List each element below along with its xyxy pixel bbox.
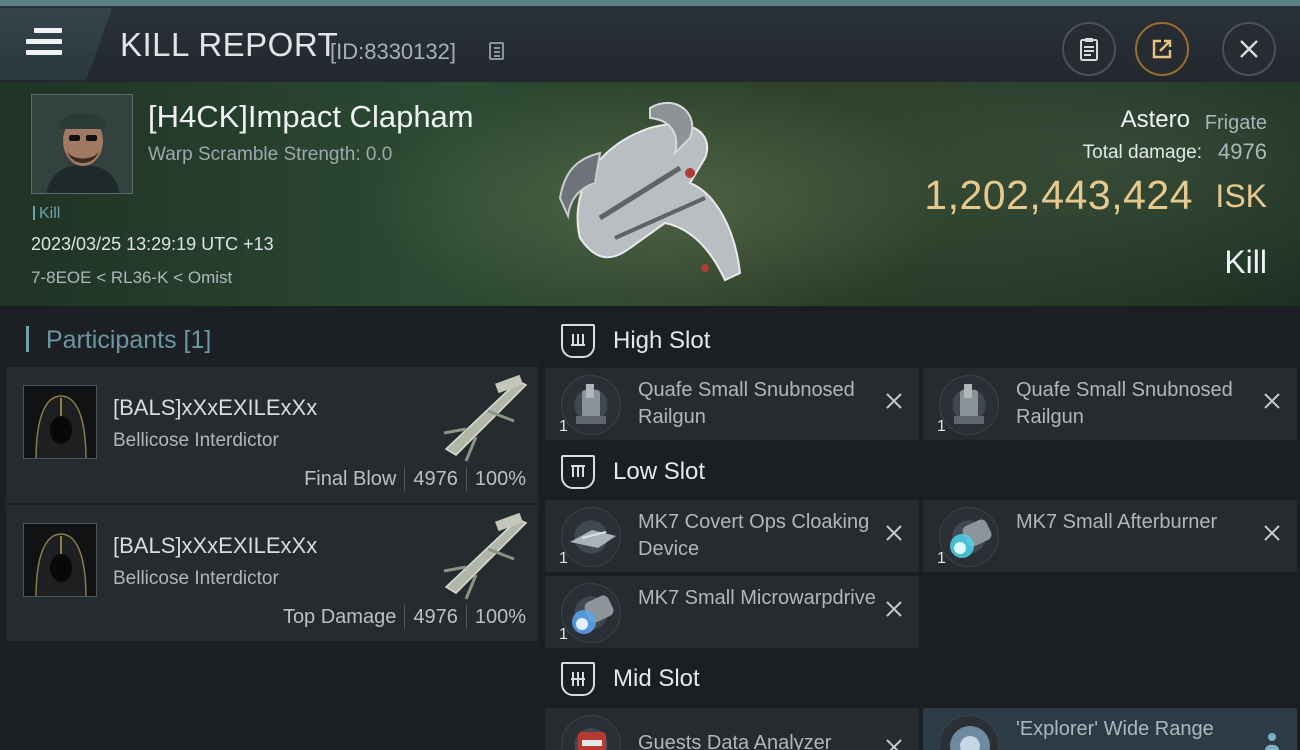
module-quantity: 1	[559, 626, 568, 643]
kill-location[interactable]: 7-8EOE < RL36-K < Omist	[31, 268, 232, 288]
stats-divider	[465, 467, 467, 491]
participant-ship: Bellicose Interdictor	[113, 568, 279, 589]
hamburger-icon	[26, 28, 62, 58]
bellicose-ship-icon[interactable]	[426, 371, 536, 463]
participants-panel: Participants [1] [BALS]xXxEXILExXx Belli…	[0, 308, 540, 750]
participant-card[interactable]: [BALS]xXxEXILExXx Bellicose Interdictor …	[6, 367, 538, 503]
isk-unit: ISK	[1215, 178, 1267, 214]
share-button[interactable]	[1135, 22, 1189, 76]
participant-damage: 4976	[413, 605, 458, 628]
close-button[interactable]	[1222, 22, 1276, 76]
cloak-icon	[561, 507, 621, 567]
module-quantity: 1	[559, 418, 568, 435]
kill-datetime: 2023/03/25 13:29:19 UTC +13	[31, 234, 274, 254]
railgun-icon	[561, 375, 621, 435]
menu-button[interactable]	[0, 8, 112, 80]
victim-portrait[interactable]	[31, 94, 133, 194]
module-card[interactable]: 1 Quafe Small Snubnosed Railgun	[923, 368, 1297, 440]
module-card[interactable]: 1 MK7 Small Microwarpdrive	[545, 576, 919, 648]
module-name: 'Explorer' Wide Range	[1016, 718, 1214, 740]
kill-type-tag: Kill	[33, 205, 60, 223]
participant-stats: Top Damage 4976 100%	[283, 605, 526, 629]
mid-slot-label: Mid Slot	[613, 665, 700, 692]
destroyed-x-icon	[886, 601, 902, 617]
module-card[interactable]: 1 MK7 Covert Ops Cloaking Device	[545, 500, 919, 572]
module-quantity: 1	[937, 418, 946, 435]
pilot-avatar-icon	[32, 95, 132, 193]
total-damage-label: Total damage:	[1082, 142, 1202, 163]
bellicose-ship-icon[interactable]	[426, 509, 536, 601]
module-card[interactable]: 1 MK7 Small Afterburner	[923, 500, 1297, 572]
participant-stats: Final Blow 4976 100%	[304, 467, 526, 491]
low-slot-header: Low Slot	[545, 441, 1300, 503]
low-slot-label: Low Slot	[613, 458, 706, 485]
scanner-icon	[939, 715, 999, 750]
isk-value: 1,202,443,424	[924, 172, 1193, 218]
participants-title: Participants	[45, 326, 177, 354]
module-name: MK7 Covert Ops Cloaking Device	[638, 511, 870, 560]
kill-id: [ID:8330132]	[330, 39, 456, 64]
participant-percent: 100%	[474, 605, 526, 628]
copy-icon[interactable]	[489, 42, 504, 60]
victim-ship-name[interactable]: Astero	[1121, 106, 1190, 134]
destroyed-x-icon	[886, 739, 902, 750]
destroyed-x-icon	[886, 393, 902, 409]
participant-name[interactable]: [BALS]xXxEXILExXx	[113, 533, 317, 559]
top-bar: KILL REPORT [ID:8330132]	[0, 0, 1300, 82]
kill-result: Kill	[1224, 244, 1267, 280]
participant-damage: 4976	[413, 467, 458, 490]
participant-role: Final Blow	[304, 467, 397, 490]
destroyed-x-icon	[886, 525, 902, 541]
participant-avatar[interactable]	[23, 385, 97, 459]
hooded-pilot-icon	[24, 386, 96, 458]
module-name: MK7 Small Afterburner	[1016, 511, 1218, 533]
hooded-pilot-icon	[24, 524, 96, 596]
participant-ship: Bellicose Interdictor	[113, 430, 279, 451]
module-name: Guests Data Analyzer	[638, 732, 832, 750]
stats-divider	[404, 467, 406, 491]
afterburner-icon	[939, 507, 999, 567]
railgun-icon	[939, 375, 999, 435]
destroyed-x-icon	[1264, 393, 1280, 409]
astero-ship-icon[interactable]	[540, 88, 770, 298]
module-name: MK7 Small Microwarpdrive	[638, 587, 876, 609]
mid-slot-header: Mid Slot	[545, 648, 1300, 710]
mid-slot-icon	[561, 662, 595, 696]
low-slot-icon	[561, 455, 595, 489]
module-name: Quafe Small Snubnosed Railgun	[638, 379, 855, 428]
high-slot-label: High Slot	[613, 327, 711, 354]
participant-percent: 100%	[474, 467, 526, 490]
warp-scramble-strength: Warp Scramble Strength: 0.0	[148, 144, 393, 165]
victim-ship-class: Frigate	[1204, 112, 1267, 134]
total-damage-value: 4976	[1218, 139, 1267, 164]
clipboard-icon	[1080, 38, 1098, 61]
stats-divider	[404, 605, 406, 629]
victim-name[interactable]: [H4CK]Impact Clapham	[148, 99, 474, 135]
microwarpdrive-icon	[561, 583, 621, 643]
victim-banner: [H4CK]Impact Clapham Warp Scramble Stren…	[0, 82, 1300, 306]
module-quantity: 1	[937, 550, 946, 567]
module-card[interactable]: 'Explorer' Wide Range	[923, 708, 1297, 750]
page-title: KILL REPORT	[120, 26, 339, 63]
participant-avatar[interactable]	[23, 523, 97, 597]
share-icon	[1152, 39, 1172, 59]
participants-count: [1]	[183, 326, 212, 354]
high-slot-icon	[561, 324, 595, 358]
close-icon	[1240, 40, 1258, 58]
module-card[interactable]: 1 Quafe Small Snubnosed Railgun	[545, 368, 919, 440]
module-quantity: 1	[559, 550, 568, 567]
data-analyzer-icon	[561, 715, 621, 750]
participant-card[interactable]: [BALS]xXxEXILExXx Bellicose Interdictor …	[6, 505, 538, 641]
destroyed-x-icon	[1264, 525, 1280, 541]
stats-divider	[465, 605, 467, 629]
module-card[interactable]: Guests Data Analyzer	[545, 708, 919, 750]
participants-heading: Participants [1]	[26, 326, 211, 355]
dropped-person-icon	[1265, 733, 1279, 750]
clipboard-button[interactable]	[1062, 22, 1116, 76]
participant-name[interactable]: [BALS]xXxEXILExXx	[113, 395, 317, 421]
participant-role: Top Damage	[282, 605, 397, 628]
high-slot-header: High Slot	[545, 310, 1300, 372]
module-name: Quafe Small Snubnosed Railgun	[1016, 379, 1233, 428]
